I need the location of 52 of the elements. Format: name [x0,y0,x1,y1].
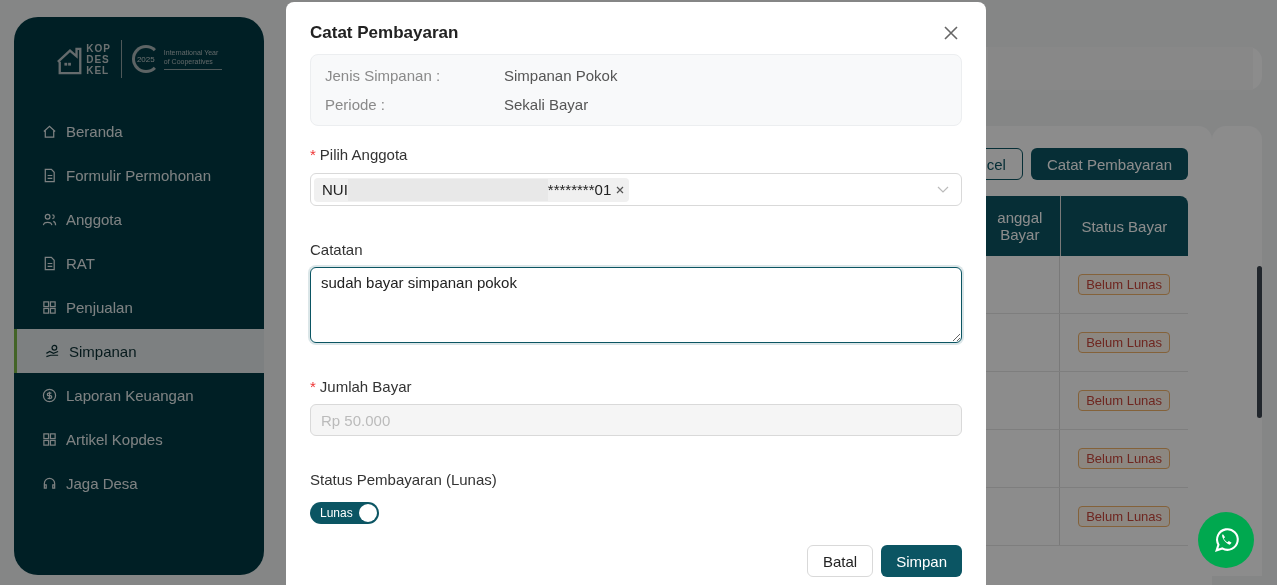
dollar-icon [42,387,57,403]
info-value: Sekali Bayar [504,96,589,113]
chevron-down-icon [937,185,949,194]
save-button[interactable]: Simpan [881,545,962,577]
sidebar-item[interactable]: Simpanan [14,329,264,373]
status-tag: Belum Lunas [1078,506,1171,527]
required-mark: * [310,146,316,163]
sidebar-item[interactable]: Penjualan [14,285,264,329]
dialog-title: Catat Pembayaran [310,23,459,43]
tag-text: NUI [322,181,348,198]
sidebar-item[interactable]: Anggota [14,197,264,241]
sidebar-item[interactable]: Jaga Desa [14,461,264,505]
record-payment-button[interactable]: Catat Pembayaran [1030,148,1188,180]
document-icon [42,167,57,183]
logo-text: KOP [86,42,111,54]
status-tag: Belum Lunas [1078,390,1171,411]
status-toggle[interactable]: Lunas [310,502,379,524]
member-select[interactable]: NUI ********01 [310,173,962,206]
field-label: Pilih Anggota [319,146,408,163]
home-icon [42,123,57,139]
hand-coin-icon [45,343,60,359]
headset-icon [42,475,57,491]
logo-text: DES [86,53,111,65]
sidebar-item[interactable]: Formulir Permohonan [14,153,264,197]
close-icon[interactable] [944,26,958,40]
grid-icon [42,431,57,447]
field-label: Catatan [310,241,364,258]
info-value: Simpanan Pokok [504,67,618,84]
status-tag: Belum Lunas [1078,274,1171,295]
document-icon [42,255,57,271]
scrollbar[interactable] [1257,266,1262,418]
remove-icon[interactable] [616,185,625,194]
column-header: anggal Bayar [996,208,1044,245]
status-tag: Belum Lunas [1078,448,1171,469]
sidebar-item[interactable]: Beranda [14,109,264,153]
sidebar-item[interactable]: Laporan Keuangan [14,373,264,417]
sidebar-item[interactable]: RAT [14,241,264,285]
grid-icon [42,299,57,315]
info-label: Periode : [325,96,387,113]
field-label: Jumlah Bayar [319,378,412,395]
people-icon [42,211,57,227]
logo-text: KEL [86,64,111,76]
tag-text: ********01 [547,181,612,198]
status-tag: Belum Lunas [1078,332,1171,353]
cancel-button[interactable]: Batal [806,545,874,577]
sidebar-item[interactable]: Artikel Kopdes [14,417,264,461]
field-label: Status Pembayaran (Lunas) [310,471,498,488]
column-header: Status Bayar [1059,196,1188,256]
info-label: Jenis Simpanan : [325,67,442,84]
required-mark: * [310,378,316,395]
note-field[interactable]: sudah bayar simpanan pokok [310,267,962,343]
logo-year: 2025 [136,54,155,64]
